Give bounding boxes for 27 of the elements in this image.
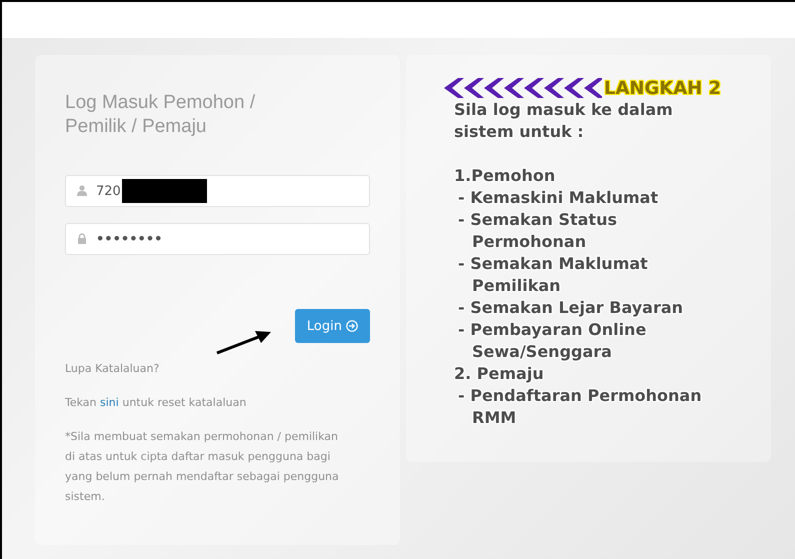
user-icon [77,185,87,196]
password-field[interactable]: •••••••• [65,223,370,255]
intro-text: sistem untuk : [453,121,585,143]
step-label: LANGKAH 2 [604,78,721,98]
list-heading: 1.Pemohon [453,165,556,187]
forgot-password-link[interactable]: Lupa Katalaluan? [65,359,370,379]
chevrons-left-icon [442,77,602,99]
login-button[interactable]: Login [294,309,370,343]
note-text: *Sila membuat semakan permohonan / pemilikan di atas untuk cipta daftar masuk pengguna bagi yang belum pernah mendaftar sebagai pengguna sistem. [65,429,340,505]
list-item: - Semakan Maklumat [457,253,649,275]
list-item: - Semakan Lejar Bayaran [457,297,684,319]
login-title: Log Masuk Pemohon / Pemilik / Pemaju [65,91,256,139]
reset-link[interactable]: sini [100,396,119,409]
list-item: - Pembayaran Online [457,319,648,341]
list-item: Pemilikan [471,275,562,297]
arrow-right-circle-icon [346,320,358,332]
annotation-arrow [215,329,271,355]
list-item: RMM [471,407,518,429]
list-item: Sewa/Senggara [471,341,613,363]
list-item: - Pendaftaran Permohonan [457,385,703,407]
list-heading: 2. Pemaju [453,363,545,385]
list-item: - Kemaskini Maklumat [457,187,660,209]
lock-icon [77,233,87,244]
list-item: - Semakan Status [457,209,618,231]
list-item: Permohonan [471,231,588,253]
intro-text: Sila log masuk ke dalam [453,99,674,121]
reset-text: Tekan sini untuk reset katalaluan [65,395,248,411]
